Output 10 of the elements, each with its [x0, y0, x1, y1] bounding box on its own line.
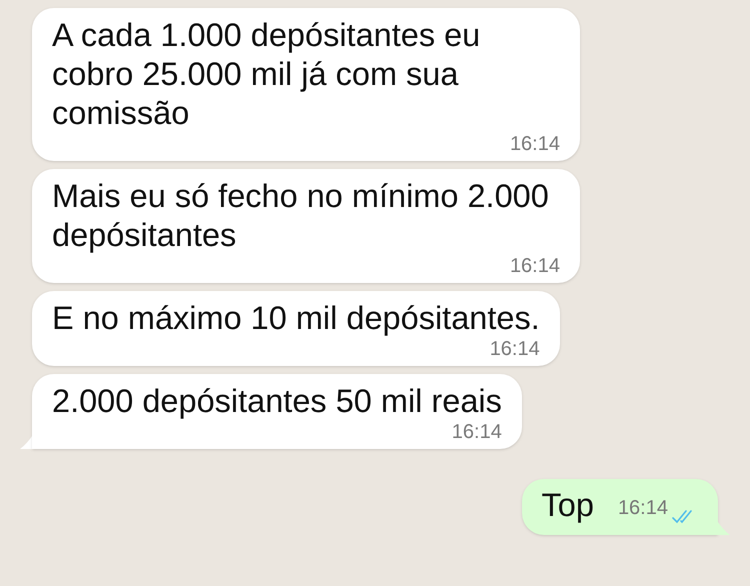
message-text: Mais eu só fecho no mínimo 2.000 depósitantes: [52, 177, 550, 255]
message-text: 2.000 depósitantes 50 mil reais: [52, 382, 502, 421]
message-text: A cada 1.000 depósitantes eu cobro 25.000 mil já com sua comissão: [52, 16, 482, 133]
message-time: 16:14: [618, 496, 668, 521]
message-text: Top: [542, 486, 594, 525]
message-text: E no máximo 10 mil depósitantes.: [52, 299, 540, 338]
message-time: 16:14: [510, 255, 560, 277]
message-time: 16:14: [490, 338, 540, 360]
message-time: 16:14: [510, 133, 560, 155]
message-time: 16:14: [452, 421, 502, 443]
